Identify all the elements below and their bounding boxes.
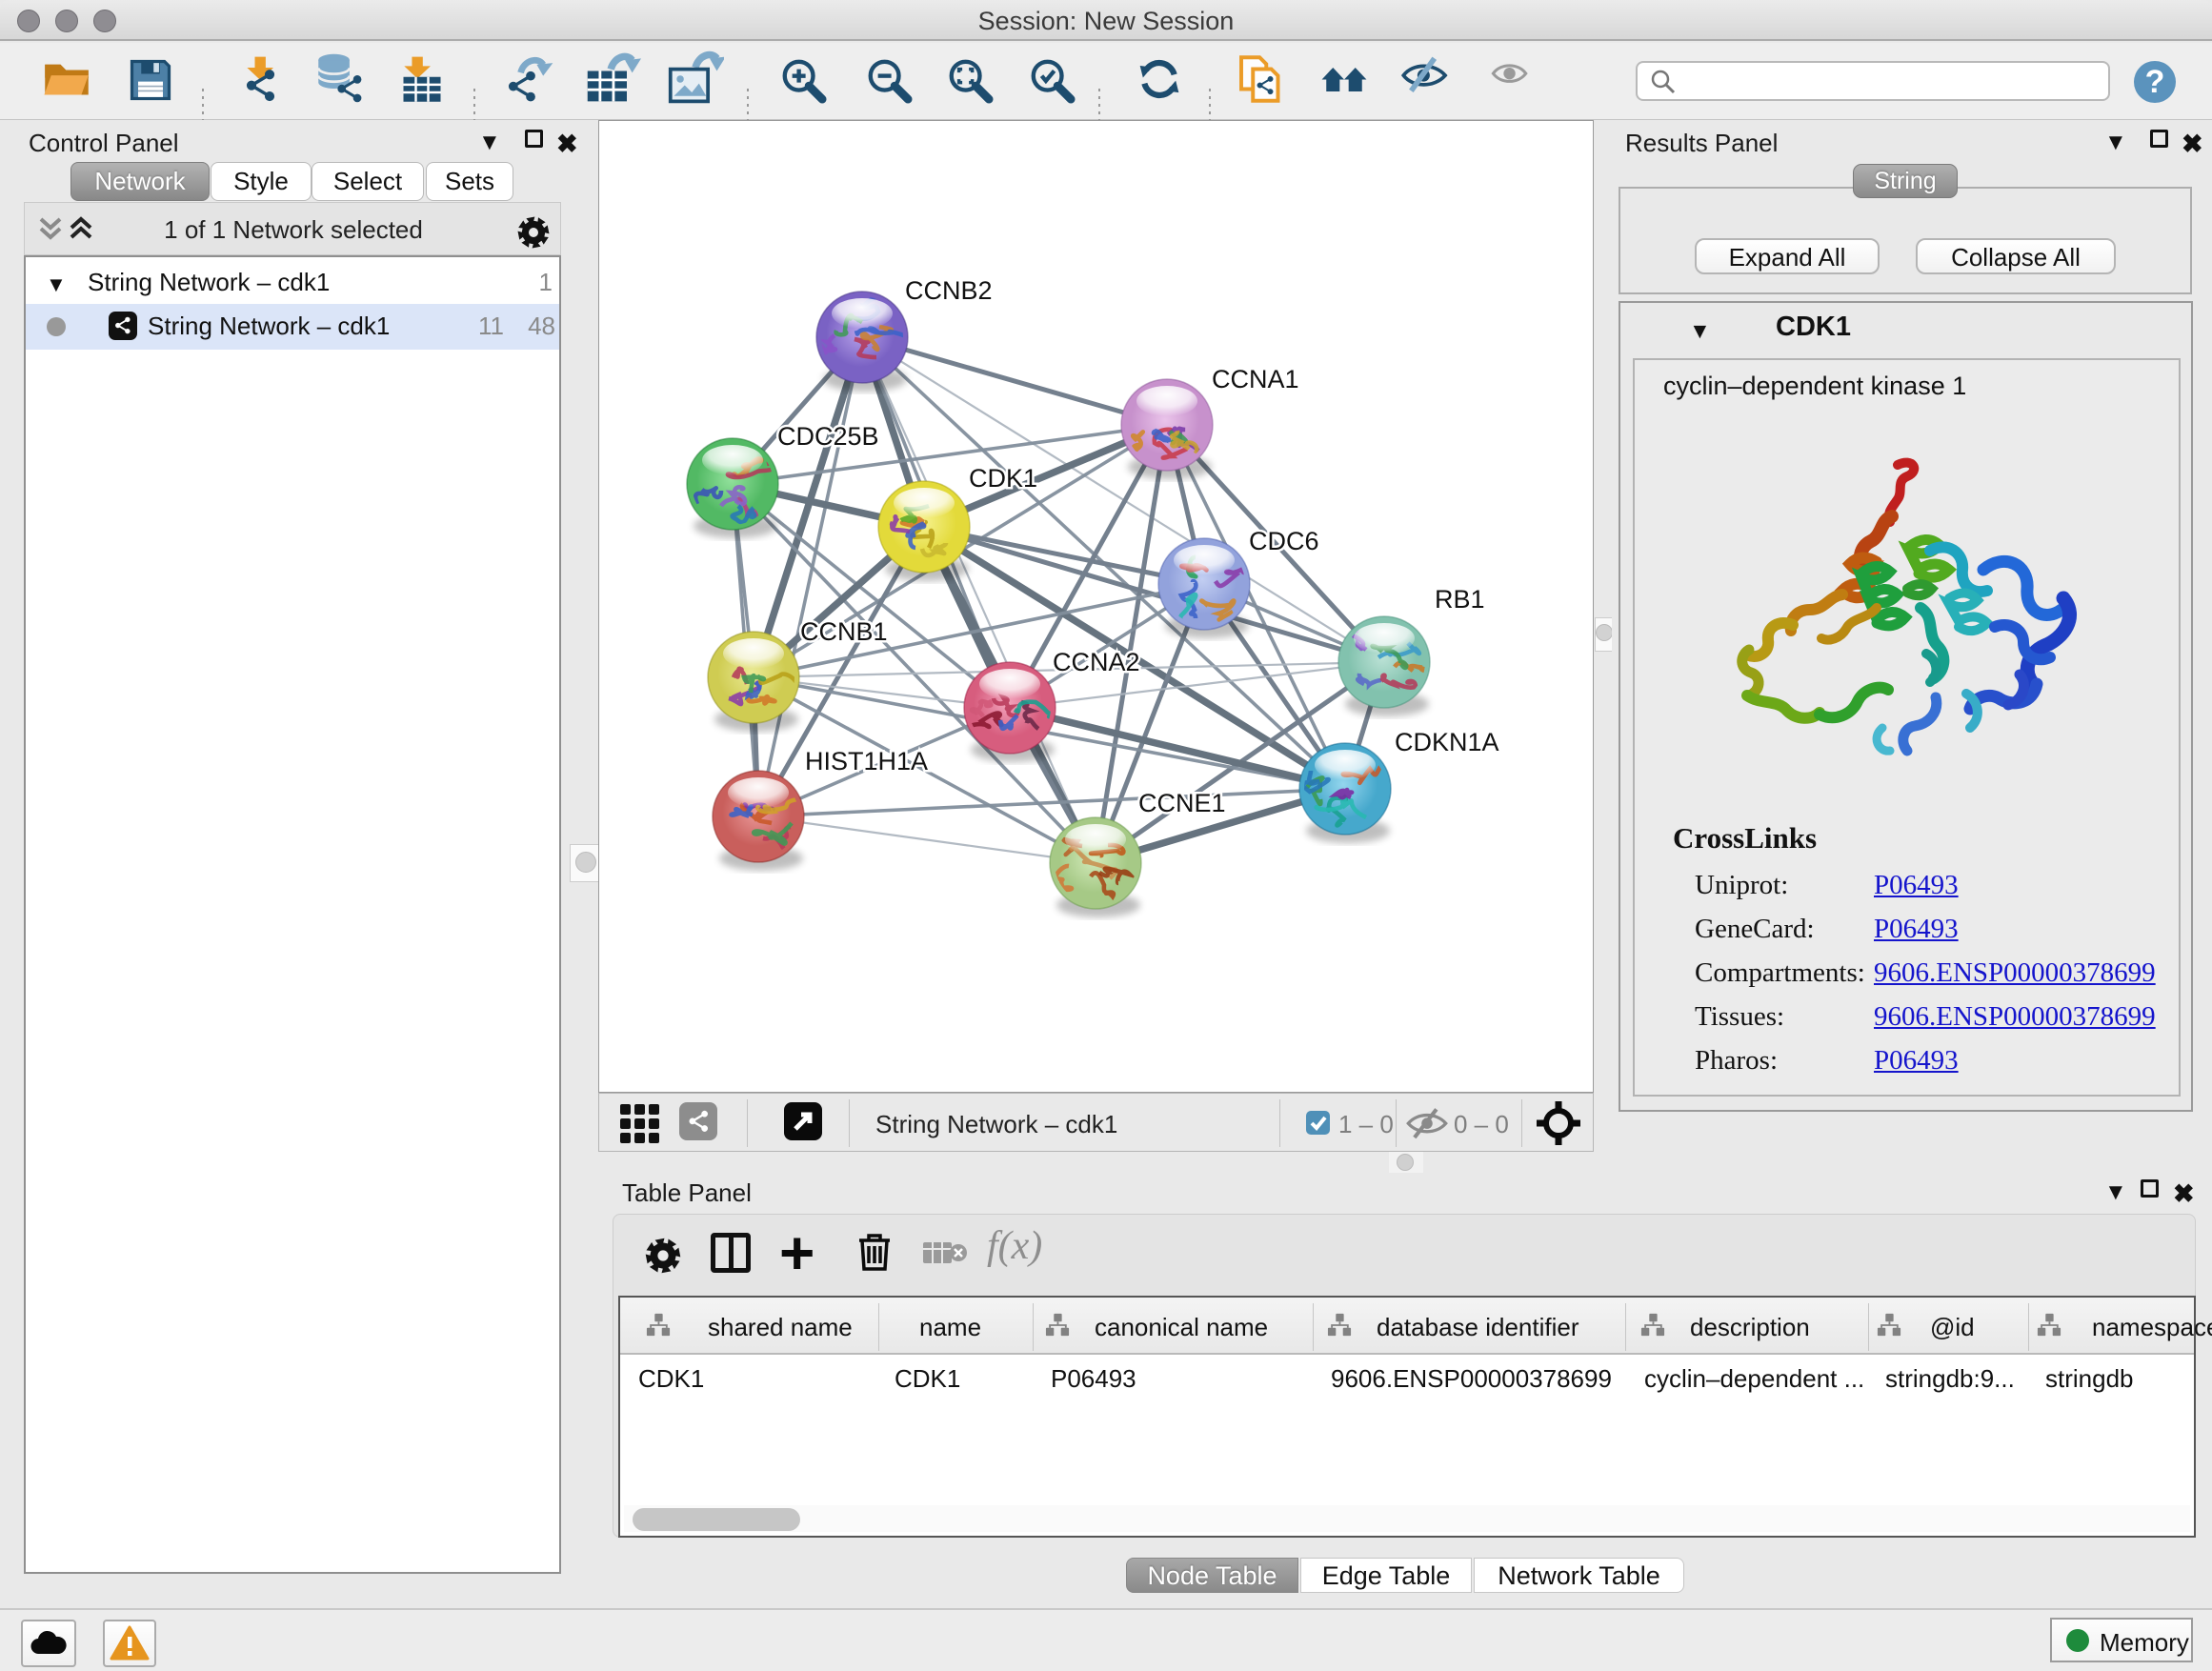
svg-text:CDKN1A: CDKN1A bbox=[1395, 728, 1499, 756]
svg-text:CCNE1: CCNE1 bbox=[1138, 789, 1226, 817]
svg-text:CCNA1: CCNA1 bbox=[1212, 365, 1299, 393]
svg-text:CCNA2: CCNA2 bbox=[1053, 648, 1140, 676]
svg-text:RB1: RB1 bbox=[1435, 585, 1485, 614]
svg-text:CDC25B: CDC25B bbox=[777, 422, 879, 451]
svg-text:CCNB1: CCNB1 bbox=[800, 617, 888, 646]
svg-text:CDC6: CDC6 bbox=[1249, 527, 1319, 555]
svg-text:HIST1H1A: HIST1H1A bbox=[805, 747, 928, 775]
svg-text:CDK1: CDK1 bbox=[969, 464, 1037, 493]
svg-text:CCNB2: CCNB2 bbox=[905, 276, 993, 305]
